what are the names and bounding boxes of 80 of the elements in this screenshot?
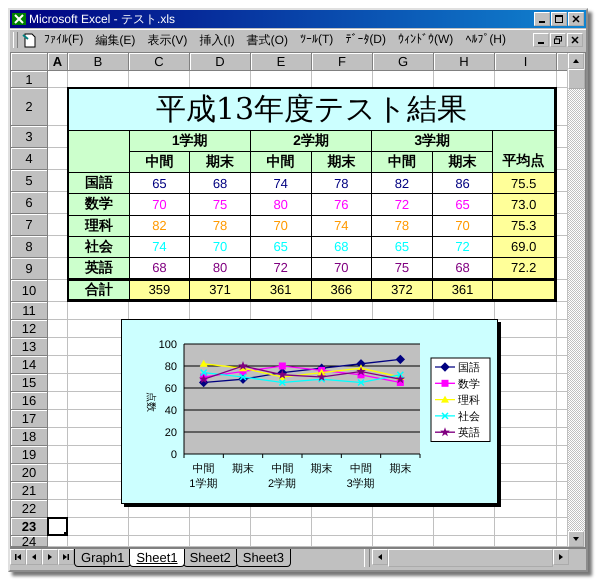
row-heading: 国語 [69, 173, 130, 194]
column-heading: 中間 [372, 152, 433, 174]
table-cell: 65 [130, 173, 190, 194]
table-cell: 70 [190, 236, 251, 258]
column-heading: 期末 [432, 152, 494, 174]
axis-tick-label: 0 [170, 449, 177, 461]
column-heading: 3学期 [372, 131, 494, 152]
column-heading: 平均点 [493, 131, 555, 174]
table-cell: 80 [250, 194, 312, 216]
table-cell: 75.3 [493, 216, 555, 237]
table-cell: 366 [312, 278, 372, 300]
legend-label: 国語 [458, 362, 480, 374]
column-heading: 中間 [130, 152, 190, 174]
table-cell: 80 [190, 258, 251, 279]
table-cell: 361 [250, 278, 312, 300]
table-cell: 65 [372, 236, 433, 258]
table-cell: 73.0 [493, 194, 555, 216]
axis-label: 期末 [389, 463, 412, 475]
axis-title: 点数 [145, 392, 156, 412]
table-title: 平成13年度テスト結果 [69, 89, 555, 131]
table-cell: 75 [190, 194, 251, 216]
table-cell: 70 [130, 194, 190, 216]
legend-label: 社会 [458, 410, 480, 423]
table-cell: 78 [190, 216, 251, 237]
table-cell: 72 [432, 236, 494, 258]
axis-label: 3学期 [346, 478, 375, 490]
column-heading: 期末 [190, 152, 251, 174]
table-cell: 65 [250, 236, 312, 258]
table-cell: 86 [432, 173, 494, 194]
column-heading: 2学期 [250, 131, 372, 152]
axis-tick-label: 40 [164, 405, 177, 417]
column-heading: 1学期 [130, 131, 251, 152]
axis-label: 中間 [192, 463, 215, 475]
table-cell: 78 [312, 173, 372, 194]
table-cell: 68 [312, 236, 372, 258]
table-cell: 69.0 [493, 236, 555, 258]
axis-tick-label: 100 [158, 339, 177, 351]
table-cell: 70 [250, 216, 312, 237]
axis-label: 中間 [350, 463, 372, 475]
row-heading: 合計 [69, 278, 130, 300]
table-cell: 76 [312, 194, 372, 216]
table-cell: 74 [130, 236, 190, 258]
table-cell: 68 [130, 258, 190, 279]
table-cell: 68 [190, 173, 251, 194]
table-cell: 82 [130, 216, 190, 237]
table-cell: 359 [130, 278, 190, 300]
axis-tick-label: 60 [164, 383, 177, 395]
legend-label: 理科 [458, 394, 480, 407]
table-cell: 74 [312, 216, 372, 237]
legend-label: 数学 [458, 378, 480, 390]
table-cell: 372 [372, 278, 433, 300]
table-cell: 371 [190, 278, 251, 300]
table-cell: 75.5 [493, 173, 555, 194]
axis-label: 期末 [310, 463, 333, 475]
row-heading: 英語 [69, 258, 130, 279]
axis-label: 1学期 [189, 478, 218, 490]
column-heading: 中間 [250, 152, 312, 174]
table-cell: 72.2 [493, 258, 555, 279]
axis-label: 中間 [271, 463, 294, 475]
axis-tick-label: 20 [164, 427, 177, 439]
window-title: Microsoft Excel - テスト.xls [29, 10, 176, 28]
table-cell: 70 [312, 258, 372, 279]
axis-label: 期末 [232, 463, 254, 475]
column-heading: 期末 [312, 152, 372, 174]
axis-label: 2学期 [268, 478, 296, 490]
table-cell: 70 [432, 216, 494, 237]
table-cell: 78 [372, 216, 433, 237]
table-cell: 74 [250, 173, 312, 194]
row-heading: 社会 [69, 236, 130, 258]
axis-tick-label: 80 [164, 361, 177, 373]
legend-label: 英語 [458, 427, 480, 440]
table-cell: 65 [432, 194, 494, 216]
table-cell: 82 [372, 173, 433, 194]
row-heading: 数学 [69, 194, 130, 216]
table-cell: 361 [432, 278, 494, 300]
table-cell: 72 [372, 194, 433, 216]
table-cell: 75 [372, 258, 433, 279]
table-cell: 72 [250, 258, 312, 279]
row-heading: 理科 [69, 216, 130, 237]
table-cell: 68 [432, 258, 494, 279]
